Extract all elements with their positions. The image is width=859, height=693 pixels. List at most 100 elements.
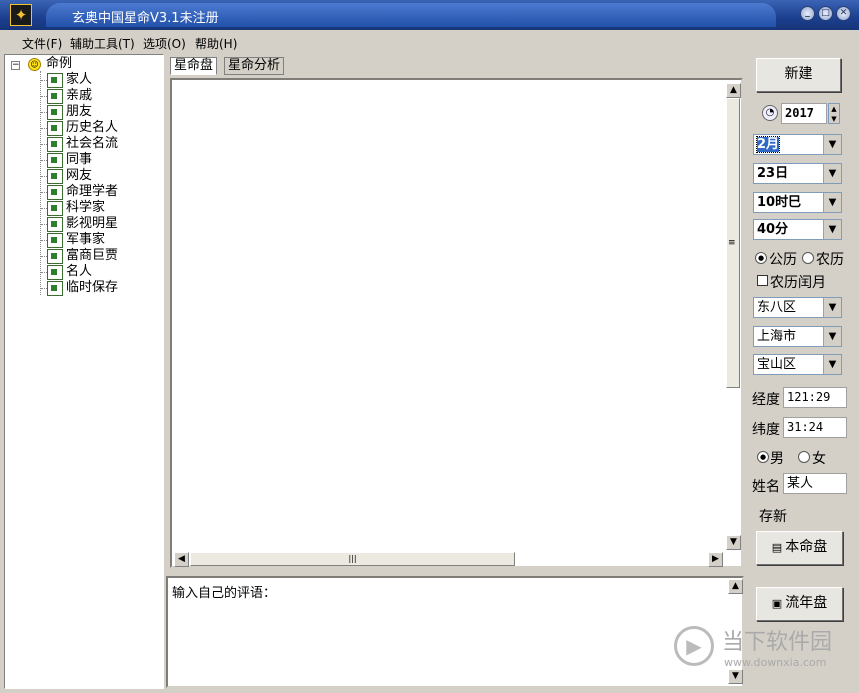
month-value: 2月 xyxy=(755,136,781,153)
watermark: ▶ 当下软件园 www.downxia.com xyxy=(670,622,850,682)
year-field[interactable]: 2017 xyxy=(781,103,827,124)
chevron-down-icon[interactable]: ▼ xyxy=(823,298,841,317)
tree-item[interactable]: 社会名流 xyxy=(66,136,118,152)
folder-icon xyxy=(47,201,63,216)
minute-value: 40分 xyxy=(757,222,789,237)
tree-item[interactable]: 科学家 xyxy=(66,200,105,216)
smiley-icon: ☺ xyxy=(28,58,41,71)
tree-item[interactable]: 临时保存 xyxy=(66,280,118,296)
tree-item[interactable]: 名人 xyxy=(66,264,92,280)
chevron-down-icon[interactable]: ▼ xyxy=(823,135,841,154)
female-radio[interactable] xyxy=(798,451,810,463)
longitude-field[interactable]: 121:29 xyxy=(783,387,847,408)
tree-line xyxy=(40,71,41,295)
watermark-text: 当下软件园 xyxy=(722,630,833,655)
latitude-field[interactable]: 31:24 xyxy=(783,417,847,438)
tree-item[interactable]: 同事 xyxy=(66,152,92,168)
latitude-label: 纬度 xyxy=(752,422,780,438)
district-value: 宝山区 xyxy=(757,357,797,372)
menu-tools[interactable]: 辅助工具(T) xyxy=(70,35,135,52)
folder-icon xyxy=(47,233,63,248)
month-select[interactable]: 2月 ▼ xyxy=(753,134,842,155)
chevron-down-icon[interactable]: ▼ xyxy=(823,164,841,183)
save-new-link[interactable]: 存新 xyxy=(759,506,787,526)
folder-icon xyxy=(47,153,63,168)
folder-icon xyxy=(47,217,63,232)
chevron-down-icon[interactable]: ▼ xyxy=(823,220,841,239)
tree-item[interactable]: 家人 xyxy=(66,72,92,88)
folder-icon xyxy=(47,73,63,88)
day-value: 23日 xyxy=(757,166,789,181)
folder-icon xyxy=(47,265,63,280)
tab-chart[interactable]: 星命盘 xyxy=(170,57,218,75)
year-spinner-icon[interactable]: ▲ ▼ xyxy=(828,103,840,124)
watermark-logo-icon: ▶ xyxy=(674,626,714,666)
maximize-icon[interactable]: □ xyxy=(818,6,833,21)
tree-item[interactable]: 网友 xyxy=(66,168,92,184)
minimize-icon[interactable]: _ xyxy=(800,6,815,21)
chevron-down-icon[interactable]: ▼ xyxy=(823,355,841,374)
annual-chart-label: 流年盘 xyxy=(785,595,828,611)
folder-icon xyxy=(47,105,63,120)
leap-month-checkbox[interactable] xyxy=(757,275,768,286)
natal-chart-button[interactable]: ▤ 本命盘 xyxy=(756,531,843,565)
hour-value: 10时巳 xyxy=(757,195,802,210)
menu-help[interactable]: 帮助(H) xyxy=(195,35,237,52)
longitude-label: 经度 xyxy=(752,392,780,408)
folder-icon xyxy=(47,121,63,136)
tree-item[interactable]: 影视明星 xyxy=(66,216,118,232)
chart-icon: ▤ xyxy=(771,541,783,554)
horizontal-scrollbar-thumb[interactable]: ||| xyxy=(190,552,515,566)
new-button[interactable]: 新建 xyxy=(756,58,841,92)
hour-select[interactable]: 10时巳 ▼ xyxy=(753,192,842,213)
female-label: 女 xyxy=(812,451,826,467)
tree-item[interactable]: 富商巨贾 xyxy=(66,248,118,264)
menu-file[interactable]: 文件(F) xyxy=(22,35,62,52)
scroll-down-icon[interactable]: ▼ xyxy=(726,535,741,550)
chart-canvas[interactable] xyxy=(170,78,743,568)
folder-icon xyxy=(47,185,63,200)
document-icon: ▣ xyxy=(771,597,783,610)
comment-scroll-up-icon[interactable]: ▲ xyxy=(728,579,743,594)
solar-radio[interactable]: ● xyxy=(755,252,767,264)
day-select[interactable]: 23日 ▼ xyxy=(753,163,842,184)
collapse-icon[interactable]: − xyxy=(11,61,20,70)
scroll-left-icon[interactable]: ◀ xyxy=(174,552,189,567)
tree-item[interactable]: 朋友 xyxy=(66,104,92,120)
tree-root[interactable]: 命例 xyxy=(46,56,72,72)
chevron-down-icon[interactable]: ▼ xyxy=(823,193,841,212)
city-select[interactable]: 上海市 ▼ xyxy=(753,326,842,347)
scroll-right-icon[interactable]: ▶ xyxy=(708,552,723,567)
timezone-value: 东八区 xyxy=(757,300,797,315)
folder-icon xyxy=(47,137,63,152)
tree-panel[interactable]: − ☺ 命例 家人 亲戚 朋友 历史名人 社会名流 同事 网友 命理学者 科学家 影视明星 军事家富… xyxy=(4,54,164,689)
tree-item[interactable]: 历史名人 xyxy=(66,120,118,136)
lunar-radio[interactable] xyxy=(802,252,814,264)
male-label: 男 xyxy=(770,451,784,467)
folder-icon xyxy=(47,89,63,104)
date-icon: ◔ xyxy=(762,105,778,121)
watermark-url: www.downxia.com xyxy=(724,656,827,669)
tree-item[interactable]: 军事家 xyxy=(66,232,105,248)
timezone-select[interactable]: 东八区 ▼ xyxy=(753,297,842,318)
minute-select[interactable]: 40分 ▼ xyxy=(753,219,842,240)
name-label: 姓名 xyxy=(752,479,780,495)
tree-item[interactable]: 亲戚 xyxy=(66,88,92,104)
name-field[interactable]: 某人 xyxy=(783,473,847,494)
male-radio[interactable]: ● xyxy=(757,451,769,463)
folder-icon xyxy=(47,169,63,184)
city-value: 上海市 xyxy=(757,329,797,344)
scroll-up-icon[interactable]: ▲ xyxy=(726,83,741,98)
comment-label: 输入自己的评语： xyxy=(172,586,277,601)
solar-label: 公历 xyxy=(769,252,797,268)
tree-item[interactable]: 命理学者 xyxy=(66,184,118,200)
annual-chart-button[interactable]: ▣ 流年盘 xyxy=(756,587,843,621)
app-icon[interactable]: ✦ xyxy=(10,4,32,26)
tab-analysis[interactable]: 星命分析 xyxy=(224,57,285,75)
menu-options[interactable]: 选项(O) xyxy=(143,35,186,52)
district-select[interactable]: 宝山区 ▼ xyxy=(753,354,842,375)
close-icon[interactable]: ✕ xyxy=(836,6,851,21)
window-title: 玄奥中国星命V3.1未注册 xyxy=(72,11,219,26)
chevron-down-icon[interactable]: ▼ xyxy=(823,327,841,346)
folder-icon xyxy=(47,249,63,264)
